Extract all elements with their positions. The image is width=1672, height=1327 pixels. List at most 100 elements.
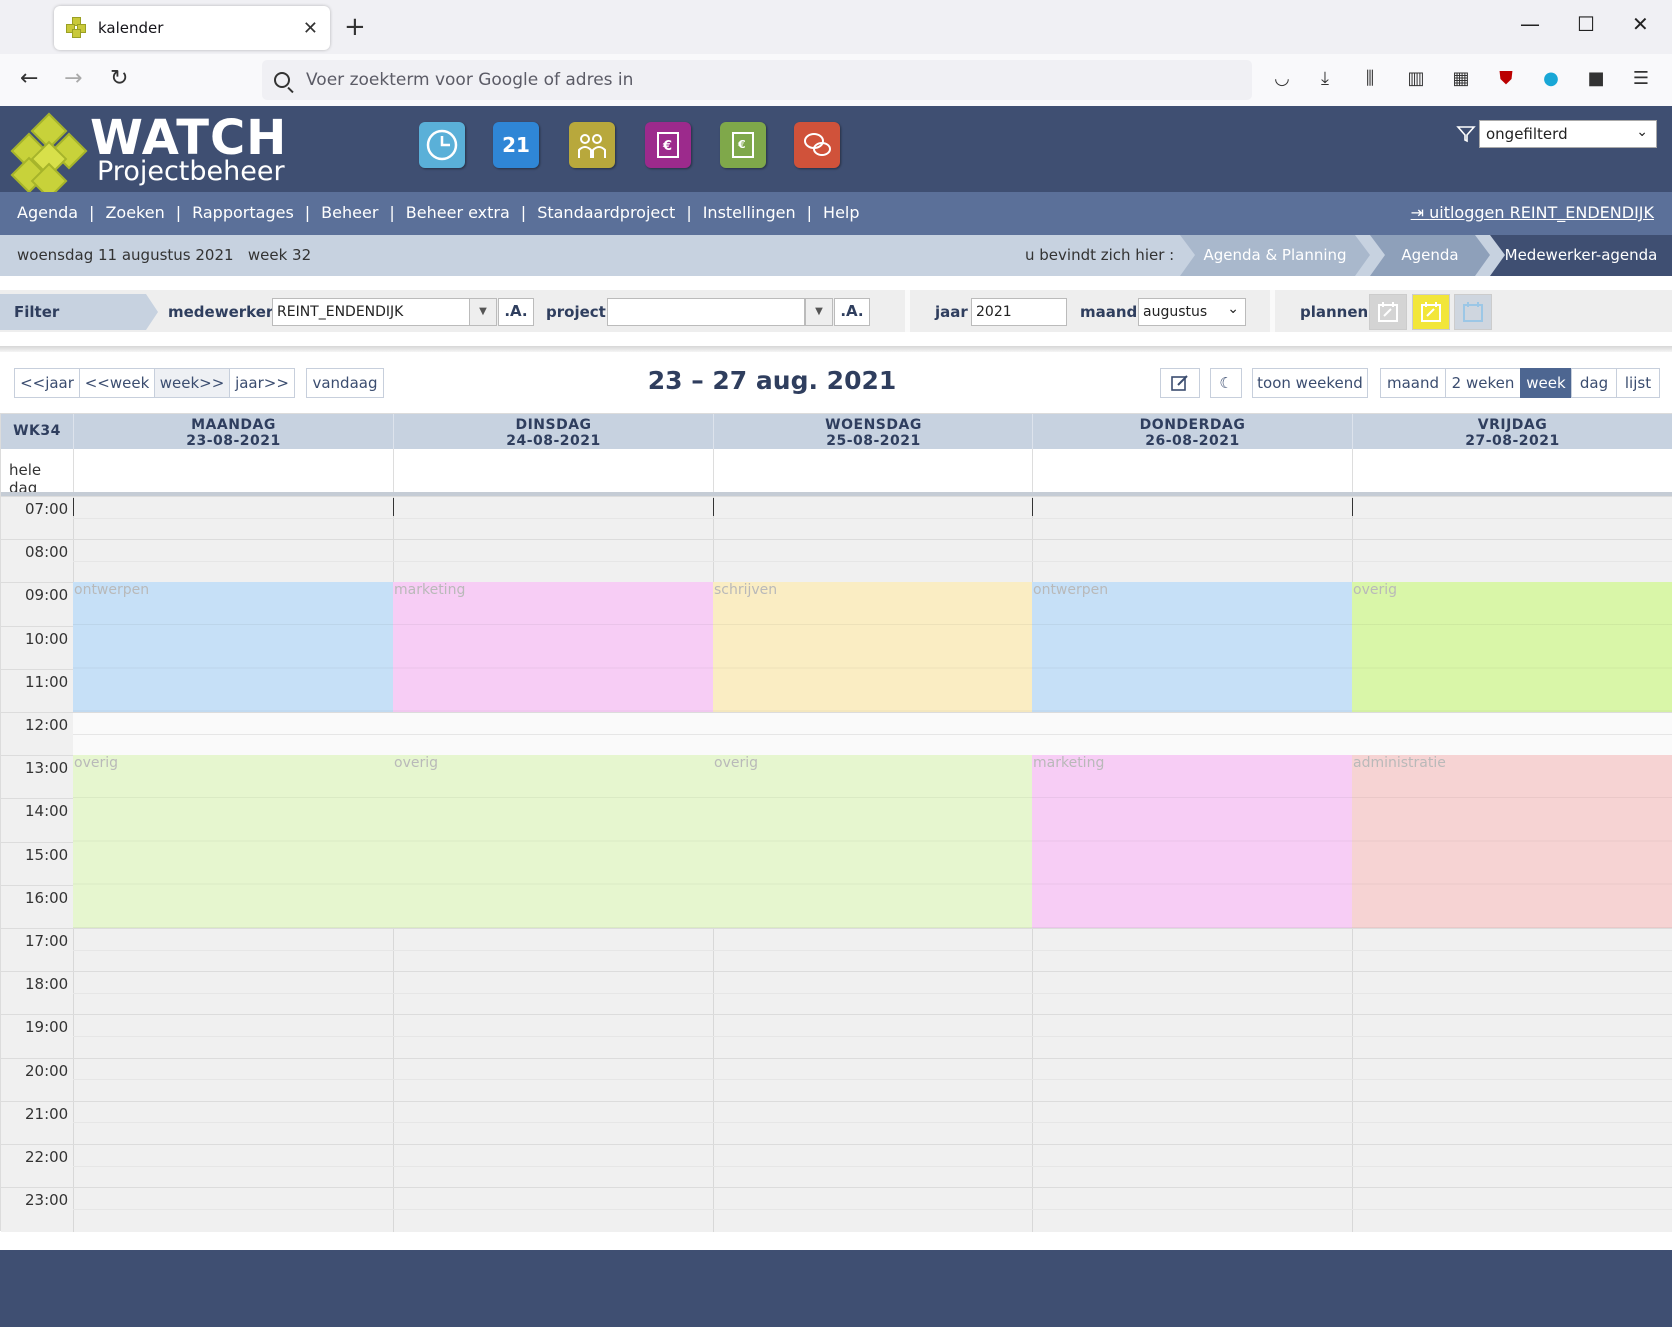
next-year-button[interactable]: jaar>> (229, 368, 295, 398)
reload-icon[interactable]: ↻ (110, 66, 128, 91)
employee-input[interactable]: REINT_ENDENDIJK (272, 298, 470, 326)
menu-item-beheer-extra[interactable]: Beheer extra (406, 203, 510, 222)
moon-icon: ☾ (1219, 374, 1233, 392)
calendar-event[interactable]: ontwerpen (1032, 582, 1352, 712)
view-day-button[interactable]: dag (1571, 368, 1617, 398)
project-input[interactable] (607, 298, 805, 326)
current-date: woensdag 11 augustus 2021 week 32 (17, 246, 311, 264)
show-weekend-button[interactable]: toon weekend (1252, 368, 1368, 398)
calendar-event[interactable]: marketing (1032, 755, 1352, 928)
download-icon[interactable]: ⤓ (1314, 68, 1336, 90)
view-list-button[interactable]: lijst (1616, 368, 1660, 398)
hour-label: 16:00 (25, 889, 69, 907)
hour-label: 17:00 (25, 932, 69, 950)
scope-filter-select[interactable]: ongefilterd ⌄ (1479, 120, 1657, 148)
hour-label: 07:00 (25, 500, 69, 518)
crumb-agenda[interactable]: Agenda (1370, 235, 1490, 276)
night-mode-button[interactable]: ☾ (1210, 368, 1242, 398)
time-module-icon[interactable] (419, 122, 465, 168)
pocket-icon[interactable]: ◡ (1271, 68, 1293, 90)
new-tab-icon[interactable]: + (344, 12, 366, 42)
budget-module-icon[interactable]: € (720, 122, 766, 168)
chat-module-icon[interactable] (794, 122, 840, 168)
calendar-event[interactable]: overig (713, 755, 1033, 928)
menu-item-help[interactable]: Help (823, 203, 859, 222)
calendar-title: 23 – 27 aug. 2021 (647, 366, 897, 395)
day-header-donderdag[interactable]: DONDERDAG 26-08-2021 (1032, 414, 1352, 449)
view-2weeks-button[interactable]: 2 weken (1445, 368, 1521, 398)
allday-cell[interactable] (73, 449, 393, 492)
people-module-icon[interactable] (569, 122, 615, 168)
today-button[interactable]: vandaag (306, 368, 384, 398)
employee-dropdown-button[interactable]: ▼ (469, 298, 497, 326)
allday-cell[interactable] (713, 449, 1033, 492)
calendar-event[interactable]: overig (393, 755, 713, 928)
month-label: maand (1080, 303, 1138, 321)
day-header-woensdag[interactable]: WOENSDAG 25-08-2021 (713, 414, 1033, 449)
menu-icon[interactable]: ☰ (1630, 68, 1652, 90)
menu-item-agenda[interactable]: Agenda (17, 203, 78, 222)
hour-label: 10:00 (25, 630, 69, 648)
browser-tab[interactable]: kalender ✕ (54, 6, 330, 50)
calendar-module-icon[interactable]: 21 (493, 122, 539, 168)
employee-all-button[interactable]: .A. (498, 298, 534, 326)
filter-bar: Filter medewerker REINT_ENDENDIJK ▼ .A. … (0, 290, 1672, 332)
project-all-button[interactable]: .A. (834, 298, 870, 326)
day-header-vrijdag[interactable]: VRIJDAG 27-08-2021 (1352, 414, 1672, 449)
menu-item-zoeken[interactable]: Zoeken (105, 203, 164, 222)
chevron-down-icon: ⌄ (1636, 124, 1648, 140)
crumb-label-agenda-planning: Agenda & Planning (1203, 246, 1347, 264)
crumb-agenda-planning[interactable]: Agenda & Planning (1180, 235, 1370, 276)
logout-link[interactable]: ⇥ uitloggen REINT_ENDENDIJK (1411, 203, 1654, 222)
sidebar-icon[interactable]: ▥ (1405, 68, 1427, 90)
logout-label: uitloggen REINT_ENDENDIJK (1429, 203, 1654, 222)
calendar-event[interactable]: schrijven (713, 582, 1033, 712)
day-header-maandag[interactable]: MAANDAG 23-08-2021 (73, 414, 393, 449)
ghostery-icon[interactable]: ● (1540, 68, 1562, 90)
crumb-medewerker-agenda[interactable]: Medewerker-agenda (1490, 235, 1672, 276)
calendar-event[interactable]: marketing (393, 582, 713, 712)
window-close-icon[interactable]: ✕ (1632, 12, 1649, 36)
view-month-button[interactable]: maand (1380, 368, 1446, 398)
calendar-event[interactable]: overig (1352, 582, 1672, 712)
year-input[interactable]: 2021 (971, 298, 1067, 326)
back-icon[interactable]: ← (20, 66, 38, 91)
prev-year-button[interactable]: <<jaar (14, 368, 80, 398)
hour-label: 19:00 (25, 1018, 69, 1036)
current-week: week 32 (247, 246, 312, 264)
calendar-event[interactable]: ontwerpen (73, 582, 393, 712)
allday-cell[interactable] (1032, 449, 1352, 492)
next-week-button[interactable]: week>> (154, 368, 230, 398)
maximize-icon[interactable]: ☐ (1577, 12, 1595, 36)
calendar-event[interactable]: administratie (1352, 755, 1672, 928)
invoice-module-icon[interactable]: € (645, 122, 691, 168)
tab-close-icon[interactable]: ✕ (303, 18, 318, 39)
menu-item-instellingen[interactable]: Instellingen (703, 203, 796, 222)
month-select[interactable]: augustus ⌄ (1138, 298, 1246, 326)
extension-icon[interactable]: ■ (1585, 68, 1607, 90)
plan-add-button[interactable] (1412, 294, 1450, 330)
qr-code-icon[interactable]: ▦ (1450, 68, 1472, 90)
menu-item-standaardproject[interactable]: Standaardproject (537, 203, 675, 222)
day-header-dinsdag[interactable]: DINSDAG 24-08-2021 (393, 414, 713, 449)
calendar-module-number: 21 (502, 133, 530, 157)
calendar-event[interactable]: overig (73, 755, 393, 928)
menu-item-beheer[interactable]: Beheer (321, 203, 378, 222)
view-week-button[interactable]: week (1520, 368, 1572, 398)
url-bar[interactable]: Voer zoekterm voor Google of adres in (262, 60, 1252, 100)
hour-label: 20:00 (25, 1062, 69, 1080)
prev-week-button[interactable]: <<week (79, 368, 155, 398)
plan-edit-button[interactable] (1369, 294, 1407, 330)
allday-cell[interactable] (1352, 449, 1672, 492)
forward-icon[interactable]: → (64, 66, 82, 91)
edit-mode-button[interactable] (1160, 368, 1200, 398)
minimize-icon[interactable]: — (1520, 12, 1540, 36)
library-icon[interactable]: ⫼ (1359, 68, 1381, 90)
svg-text:€: € (737, 138, 746, 151)
allday-cell[interactable] (393, 449, 713, 492)
plan-view-button[interactable] (1454, 294, 1492, 330)
ublock-icon[interactable]: ⛊ (1495, 68, 1517, 90)
project-dropdown-button[interactable]: ▼ (805, 298, 833, 326)
menu-item-rapportages[interactable]: Rapportages (192, 203, 294, 222)
day-date: 25-08-2021 (826, 433, 921, 449)
